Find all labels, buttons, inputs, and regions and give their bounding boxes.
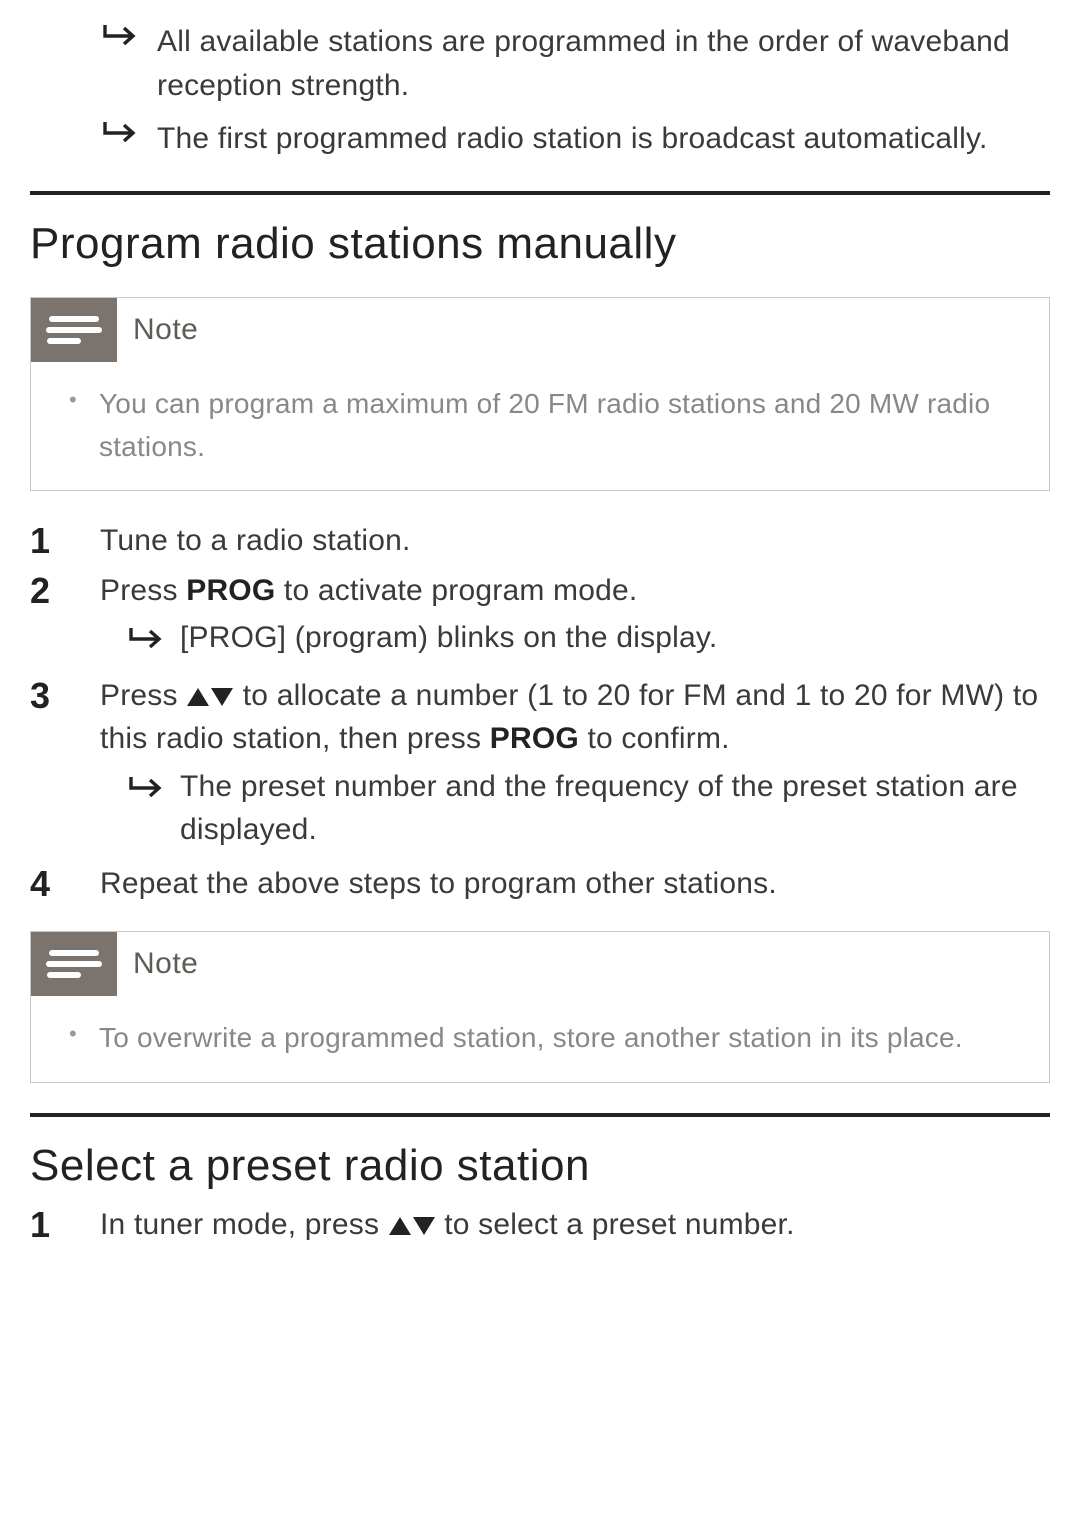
step-result: The preset number and the frequency of t…	[128, 765, 1050, 852]
result-arrow-icon	[128, 616, 180, 664]
step-text: In tuner mode, press to select a preset …	[100, 1203, 1050, 1247]
note-header: Note	[31, 932, 1049, 996]
intro-results: All available stations are programmed in…	[30, 20, 1050, 161]
triangle-up-icon	[187, 688, 209, 706]
note-bullet: • You can program a maximum of 20 FM rad…	[69, 382, 1023, 469]
step-number: 1	[30, 519, 100, 563]
result-arrow-icon	[128, 765, 180, 852]
section-heading-select-preset: Select a preset radio station	[30, 1141, 1050, 1191]
note-box: Note • You can program a maximum of 20 F…	[30, 297, 1050, 492]
note-box: Note • To overwrite a programmed station…	[30, 931, 1050, 1082]
result-arrow-icon	[100, 117, 157, 161]
triangle-down-icon	[413, 1217, 435, 1235]
step-number: 4	[30, 862, 100, 906]
step-number: 2	[30, 569, 100, 668]
seg: to activate program mode.	[275, 574, 637, 607]
result-arrow-icon	[100, 20, 157, 107]
triangle-down-icon	[211, 688, 233, 706]
step-text: Press PROG to activate program mode. [PR…	[100, 569, 1050, 668]
note-bullet: • To overwrite a programmed station, sto…	[69, 1016, 1023, 1059]
step-1: 1 Tune to a radio station.	[30, 519, 1050, 563]
result-text: [PROG] (program) blinks on the display.	[180, 616, 1050, 664]
step-4: 4 Repeat the above steps to program othe…	[30, 862, 1050, 906]
step-text: Repeat the above steps to program other …	[100, 862, 1050, 906]
step-2: 2 Press PROG to activate program mode. […	[30, 569, 1050, 668]
steps-list: 1 Tune to a radio station. 2 Press PROG …	[30, 519, 1050, 905]
bullet-dot: •	[69, 1016, 99, 1059]
step-3: 3 Press to allocate a number (1 to 20 fo…	[30, 674, 1050, 856]
result-text: The preset number and the frequency of t…	[180, 765, 1050, 852]
note-header: Note	[31, 298, 1049, 362]
note-text: To overwrite a programmed station, store…	[99, 1016, 963, 1059]
seg: Press	[100, 679, 186, 712]
seg: In tuner mode, press	[100, 1208, 388, 1241]
note-body: • To overwrite a programmed station, sto…	[31, 996, 1049, 1081]
step-text: Tune to a radio station.	[100, 519, 1050, 563]
note-icon	[31, 932, 117, 996]
result-item: All available stations are programmed in…	[100, 20, 1050, 107]
up-down-icons	[388, 1208, 436, 1241]
triangle-up-icon	[389, 1217, 411, 1235]
step-number: 1	[30, 1203, 100, 1247]
prog-label: PROG	[186, 574, 275, 607]
steps-list: 1 In tuner mode, press to select a prese…	[30, 1203, 1050, 1247]
section-divider	[30, 191, 1050, 195]
note-label: Note	[117, 298, 198, 362]
step-number: 3	[30, 674, 100, 856]
step-text: Press to allocate a number (1 to 20 for …	[100, 674, 1050, 856]
note-text: You can program a maximum of 20 FM radio…	[99, 382, 1023, 469]
prog-label: PROG	[490, 722, 579, 755]
result-text: The first programmed radio station is br…	[157, 117, 1050, 161]
note-body: • You can program a maximum of 20 FM rad…	[31, 362, 1049, 491]
step-result: [PROG] (program) blinks on the display.	[128, 616, 1050, 664]
section-divider	[30, 1113, 1050, 1117]
result-item: The first programmed radio station is br…	[100, 117, 1050, 161]
seg: to select a preset number.	[436, 1208, 795, 1241]
seg: Press	[100, 574, 186, 607]
result-text: All available stations are programmed in…	[157, 20, 1050, 107]
up-down-icons	[186, 679, 234, 712]
note-label: Note	[117, 932, 198, 996]
section-heading-program-manually: Program radio stations manually	[30, 219, 1050, 269]
note-icon	[31, 298, 117, 362]
seg: to confirm.	[579, 722, 730, 755]
bullet-dot: •	[69, 382, 99, 469]
step-1: 1 In tuner mode, press to select a prese…	[30, 1203, 1050, 1247]
